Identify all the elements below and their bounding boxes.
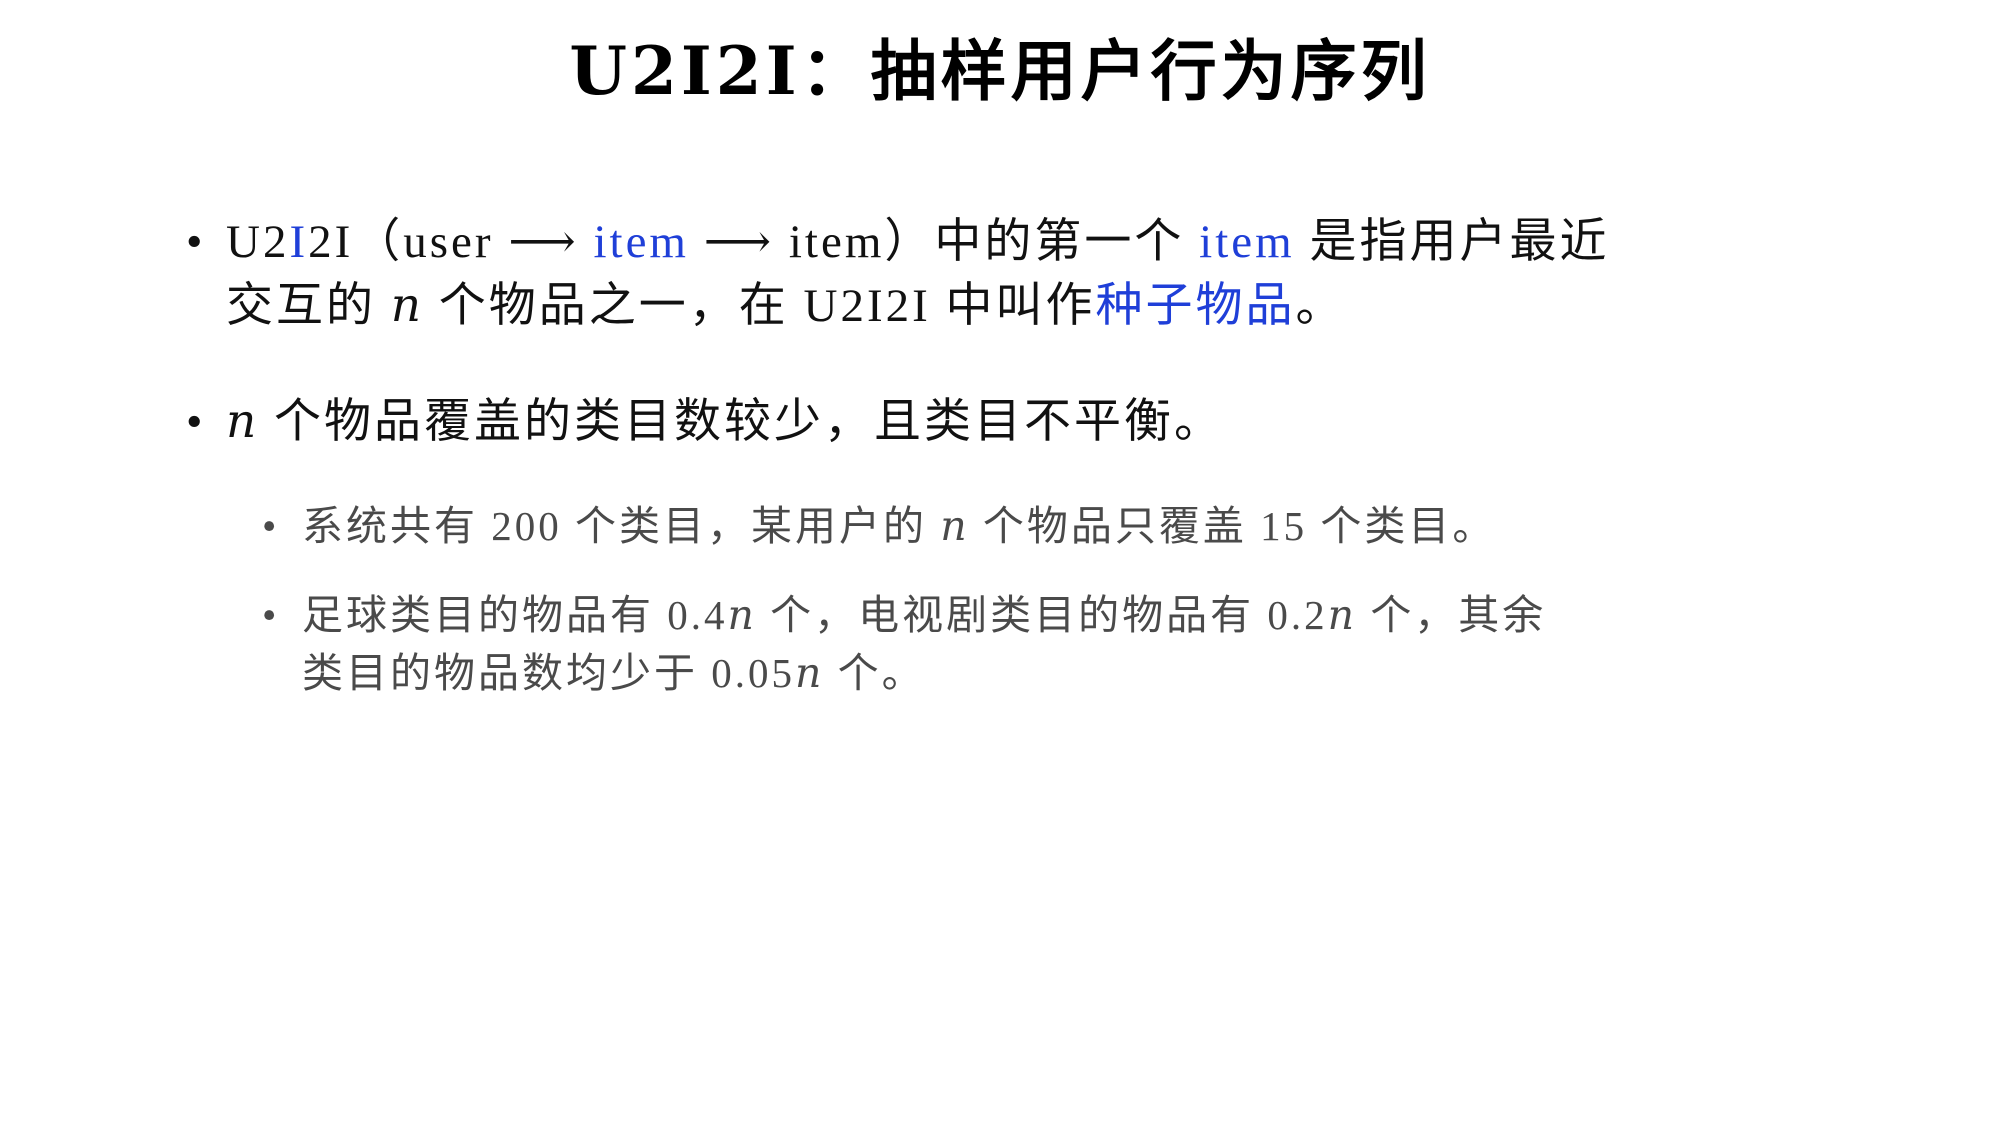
text: U2: [226, 216, 290, 268]
math-variable: n: [1327, 591, 1358, 639]
bullet-line-1: n 个物品覆盖的类目数较少，且类目不平衡。: [226, 390, 1224, 454]
text: 个，电视剧类目的物品有 0.2: [756, 592, 1328, 638]
math-variable: n: [226, 394, 260, 449]
text: 类目的物品数均少于 0.05: [302, 650, 795, 696]
math-variable: n: [795, 649, 825, 697]
text: 是指用户最近: [1294, 216, 1610, 268]
bullet-line-1: 系统共有 200 个类目，某用户的 n 个物品只覆盖 15 个类目。: [302, 494, 1496, 558]
text: 个。: [824, 650, 926, 696]
bullet-line-1: 足球类目的物品有 0.4n 个，电视剧类目的物品有 0.2n 个，其余: [302, 586, 1546, 644]
text: 交互的: [226, 280, 391, 332]
highlight-text: item: [1199, 216, 1295, 268]
math-variable: n: [390, 278, 425, 333]
bullet-line-2: 交互的 n 个物品之一，在 U2I2I 中叫作种子物品。: [226, 274, 1609, 338]
sub-bullet-category-distribution: • 足球类目的物品有 0.4n 个，电视剧类目的物品有 0.2n 个，其余 类目…: [262, 586, 1546, 702]
math-variable: n: [940, 502, 970, 550]
text: 足球类目的物品有 0.4: [302, 592, 728, 638]
highlight-text: item: [593, 216, 689, 268]
page-title: U2I2I：抽样用户行为序列: [569, 32, 1431, 110]
highlight-text: I: [289, 216, 309, 268]
bullet-line-2: 类目的物品数均少于 0.05n 个。: [302, 644, 1546, 702]
bullet-dot: •: [262, 503, 280, 549]
text: 个，其余: [1357, 592, 1547, 638]
math-variable: n: [727, 591, 757, 639]
bullet-seed-item: • U2I2I（user ⟶ item ⟶ item）中的第一个 item 是指…: [186, 210, 1609, 338]
text: 2I（user ⟶: [308, 216, 594, 268]
seed-item-term: 种子物品: [1095, 280, 1296, 332]
bullet-dot: •: [186, 216, 206, 268]
text: ⟶ item）中的第一个: [689, 216, 1200, 268]
text: 个物品覆盖的类目数较少，且类目不平衡。: [259, 396, 1225, 448]
bullet-dot: •: [262, 592, 280, 638]
bullet-line-1: U2I2I（user ⟶ item ⟶ item）中的第一个 item 是指用户…: [226, 210, 1609, 274]
bullet-category-imbalance: • n 个物品覆盖的类目数较少，且类目不平衡。: [186, 390, 1224, 454]
text: 个物品之一，在 U2I2I 中叫作: [424, 280, 1096, 332]
text: 系统共有 200 个类目，某用户的: [302, 503, 941, 549]
text: 个物品只覆盖 15 个类目。: [969, 503, 1497, 549]
sub-bullet-category-count: • 系统共有 200 个类目，某用户的 n 个物品只覆盖 15 个类目。: [262, 494, 1496, 558]
text: 。: [1295, 280, 1346, 332]
bullet-dot: •: [186, 396, 206, 448]
